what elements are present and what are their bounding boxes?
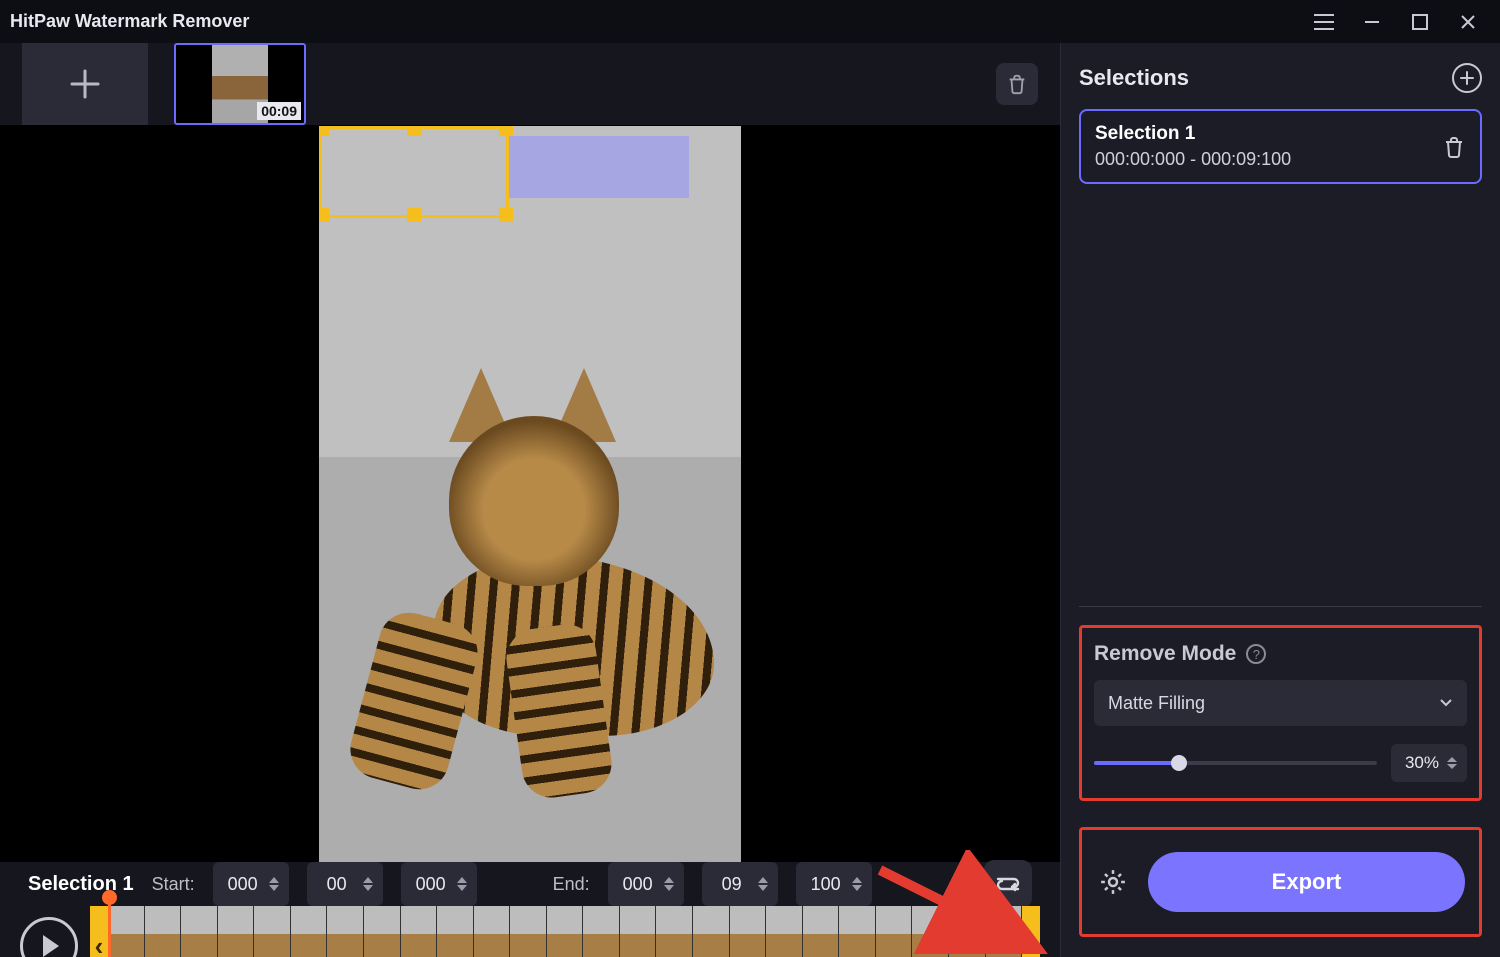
end-hours-stepper[interactable]: 000: [608, 862, 684, 906]
settings-button[interactable]: [1096, 865, 1130, 899]
clip-thumbnail[interactable]: 00:09: [174, 43, 306, 125]
remove-mode-section: Remove Mode ? Matte Filling 30%: [1079, 625, 1482, 801]
intensity-slider[interactable]: [1094, 761, 1377, 765]
export-section: Export: [1079, 827, 1482, 937]
export-button[interactable]: Export: [1148, 852, 1465, 912]
timeline: ‹ ›: [0, 906, 1060, 957]
end-minutes-stepper[interactable]: 09: [702, 862, 778, 906]
playhead[interactable]: [108, 892, 111, 957]
play-button[interactable]: [20, 917, 78, 957]
help-icon[interactable]: ?: [1246, 644, 1266, 664]
selection-box[interactable]: [319, 126, 509, 218]
end-label: End:: [553, 874, 590, 895]
video-preview[interactable]: [0, 126, 1060, 862]
add-media-button[interactable]: [22, 43, 148, 125]
intensity-value-stepper[interactable]: 30%: [1391, 744, 1467, 782]
selections-title: Selections: [1079, 65, 1189, 91]
panel-divider: [1079, 606, 1482, 607]
trim-handle-left[interactable]: ‹: [90, 906, 108, 957]
start-hours-stepper[interactable]: 000: [213, 862, 289, 906]
timeline-frames[interactable]: [108, 906, 1022, 957]
start-label: Start:: [152, 874, 195, 895]
export-button-label: Export: [1272, 869, 1342, 895]
selection-name-label: Selection 1: [28, 873, 134, 896]
add-selection-button[interactable]: [1452, 63, 1482, 93]
start-ms-stepper[interactable]: 000: [401, 862, 477, 906]
selection-card-name: Selection 1: [1095, 123, 1291, 145]
timeline-track[interactable]: ‹ ›: [90, 906, 1040, 957]
video-frame: [319, 126, 741, 862]
window-controls: [1312, 10, 1490, 34]
remove-mode-select[interactable]: Matte Filling: [1094, 680, 1467, 726]
selection-time-controls: Selection 1 Start: 000 00 000 End: 000 0…: [0, 862, 1060, 906]
end-ms-stepper[interactable]: 100: [796, 862, 872, 906]
loop-button[interactable]: [984, 860, 1032, 908]
trim-handle-right[interactable]: ›: [1022, 906, 1040, 957]
app-title: HitPaw Watermark Remover: [10, 11, 249, 32]
clip-bar: 00:09: [0, 43, 1060, 126]
delete-clip-button[interactable]: [996, 63, 1038, 105]
delete-selection-button[interactable]: [1442, 135, 1466, 159]
start-minutes-stepper[interactable]: 00: [307, 862, 383, 906]
minimize-icon[interactable]: [1360, 10, 1384, 34]
close-icon[interactable]: [1456, 10, 1480, 34]
title-bar: HitPaw Watermark Remover: [0, 0, 1500, 43]
watermark-mask-preview: [509, 136, 689, 198]
intensity-value: 30%: [1405, 753, 1439, 773]
remove-mode-value: Matte Filling: [1108, 693, 1205, 714]
selection-card[interactable]: Selection 1 000:00:000 - 000:09:100: [1079, 109, 1482, 184]
chevron-down-icon: [1439, 698, 1453, 708]
maximize-icon[interactable]: [1408, 10, 1432, 34]
selection-card-range: 000:00:000 - 000:09:100: [1095, 149, 1291, 170]
right-panel: Selections Selection 1 000:00:000 - 000:…: [1060, 43, 1500, 957]
clip-duration: 00:09: [257, 102, 301, 120]
hamburger-icon[interactable]: [1312, 10, 1336, 34]
remove-mode-title: Remove Mode: [1094, 642, 1236, 666]
